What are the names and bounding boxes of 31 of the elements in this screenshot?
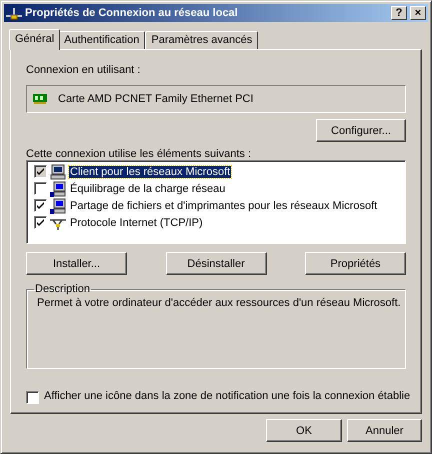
tab[interactable]: Authentification [58,31,146,49]
window-title: Propriétés de Connexion au réseau local [25,7,239,19]
action-button[interactable]: Installer... [26,252,127,275]
configure-button[interactable]: Configurer... [316,119,406,142]
dialog-button[interactable]: Annuler [347,419,422,442]
section-label: Cette connexion utilise les éléments suivants : [26,148,252,160]
list-item[interactable]: Protocole Internet (TCP/IP) [69,216,204,228]
close-button[interactable]: × [410,6,426,20]
group-title: Description [34,283,92,295]
description-text: Permet à votre ordinateur d'accéder aux ressources d'un réseau Microsoft. [37,297,401,309]
computer-icon [50,164,66,180]
section-label: Connexion en utilisant : [26,64,142,78]
action-button[interactable]: Désinstaller [166,252,266,275]
adapter-field: Carte AMD PCNET Family Ethernet PCI [26,85,406,113]
list-item[interactable]: Client pour les réseaux Microsoft [69,166,232,178]
dialog-button[interactable]: OK [266,419,342,442]
network-card-icon [33,93,49,105]
action-button[interactable]: Propriétés [305,252,406,275]
list-item[interactable]: Équilibrage de la charge réseau [69,182,226,194]
checkbox-label: Afficher une icône dans la zone de notification une fois la connexion établie [44,390,410,404]
network-icon [6,6,22,20]
list-item[interactable]: Partage de fichiers et d'imprimantes pour les réseaux Microsoft [69,200,378,212]
tab[interactable]: Paramètres avancés [145,31,258,49]
computer-icon [50,198,66,214]
checkbox[interactable] [26,390,39,404]
help-button[interactable]: ? [391,6,407,20]
checkmark-icon [36,167,45,176]
tab[interactable]: Général [9,29,60,50]
checkbox[interactable] [34,165,47,178]
checkbox[interactable] [34,199,47,212]
computer-icon [50,180,66,196]
